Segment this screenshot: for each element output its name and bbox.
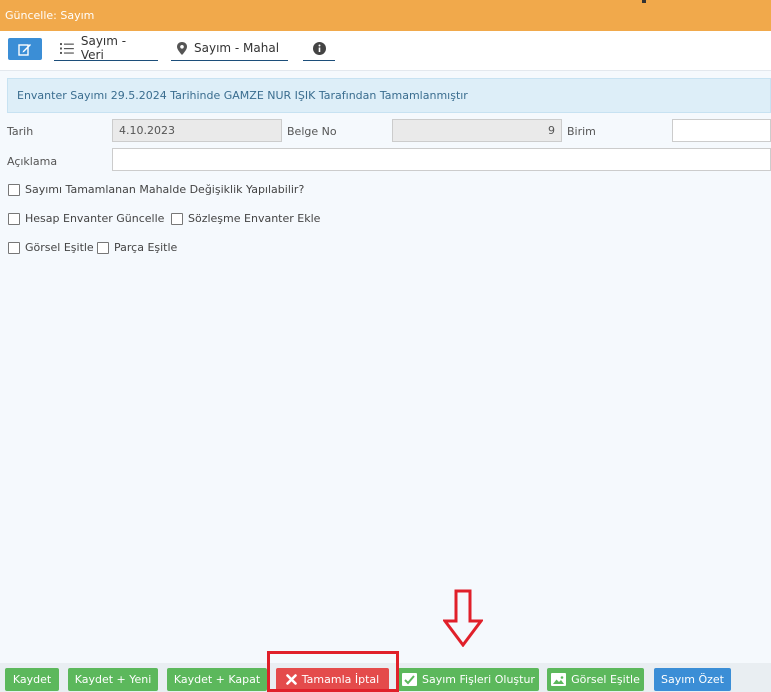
mahal-degisiklik-label: Sayımı Tamamlanan Mahalde Değişiklik Yap…: [25, 183, 305, 196]
belge-no-field[interactable]: 9: [392, 119, 562, 142]
aciklama-label: Açıklama: [7, 155, 58, 168]
gorsel-esitle-label: Görsel Eşitle: [25, 241, 94, 254]
highlight-box: [267, 651, 399, 692]
sozlesme-envanter-checkbox[interactable]: Sözleşme Envanter Ekle: [171, 212, 320, 225]
parca-esitle-label: Parça Eşitle: [114, 241, 178, 254]
tab-info[interactable]: [303, 39, 335, 61]
hesap-envanter-checkbox[interactable]: Hesap Envanter Güncelle: [8, 212, 164, 225]
hesap-envanter-label: Hesap Envanter Güncelle: [25, 212, 165, 225]
checkbox-box[interactable]: [8, 212, 20, 225]
checkbox-box[interactable]: [8, 241, 20, 254]
list-icon: [60, 42, 74, 54]
parca-esitle-checkbox[interactable]: Parça Eşitle: [97, 241, 177, 254]
toolbar: Sayım - Veri Sayım - Mahal: [0, 31, 771, 71]
map-pin-icon: [177, 41, 187, 55]
kaydet-kapat-button[interactable]: Kaydet + Kapat: [167, 668, 267, 691]
edit-icon: [18, 43, 31, 56]
gorsel-esitle-checkbox[interactable]: Görsel Eşitle: [8, 241, 94, 254]
gorsel-esitle-button[interactable]: Görsel Eşitle: [547, 668, 644, 691]
tab-sayim-mahal[interactable]: Sayım - Mahal: [171, 39, 288, 61]
kaydet-kapat-label: Kaydet + Kapat: [173, 673, 261, 686]
aciklama-field[interactable]: [112, 148, 771, 171]
tab-sayim-veri[interactable]: Sayım - Veri: [54, 34, 158, 62]
checkbox-box[interactable]: [8, 183, 20, 196]
belge-no-label: Belge No: [287, 125, 337, 138]
kaydet-yeni-label: Kaydet + Yeni: [74, 673, 152, 686]
kaydet-yeni-button[interactable]: Kaydet + Yeni: [68, 668, 158, 691]
kaydet-label: Kaydet: [12, 673, 52, 686]
checkbox-box[interactable]: [97, 241, 109, 254]
birim-label: Birim: [567, 125, 596, 138]
sozlesme-envanter-label: Sözleşme Envanter Ekle: [188, 212, 321, 225]
checkbox-box[interactable]: [171, 212, 183, 225]
birim-field[interactable]: [672, 119, 771, 142]
titlebar-marker: [642, 0, 646, 3]
arrow-down-icon: [443, 589, 483, 647]
completion-alert: Envanter Sayımı 29.5.2024 Tarihinde GAMZ…: [7, 78, 771, 113]
tab-sayim-veri-label: Sayım - Veri: [80, 34, 127, 62]
tab-sayim-mahal-label: Sayım - Mahal: [194, 41, 280, 55]
check-icon: [402, 673, 418, 686]
mahal-degisiklik-checkbox[interactable]: Sayımı Tamamlanan Mahalde Değişiklik Yap…: [8, 183, 304, 196]
image-icon: [551, 673, 567, 686]
sayim-ozet-label: Sayım Özet: [660, 673, 724, 686]
edit-button[interactable]: [8, 38, 42, 60]
sayim-fisleri-button[interactable]: Sayım Fişleri Oluştur: [398, 668, 539, 691]
info-icon: [312, 41, 326, 55]
tarih-field[interactable]: 4.10.2023: [112, 119, 282, 142]
sayim-ozet-button[interactable]: Sayım Özet: [654, 668, 731, 691]
window-title: Güncelle: Sayım: [5, 9, 95, 22]
sayim-fisleri-label: Sayım Fişleri Oluştur: [422, 673, 535, 686]
tarih-label: Tarih: [7, 125, 34, 138]
window-titlebar: Güncelle: Sayım: [0, 0, 771, 31]
gorsel-esitle-button-label: Görsel Eşitle: [571, 673, 640, 686]
kaydet-button[interactable]: Kaydet: [5, 668, 59, 691]
